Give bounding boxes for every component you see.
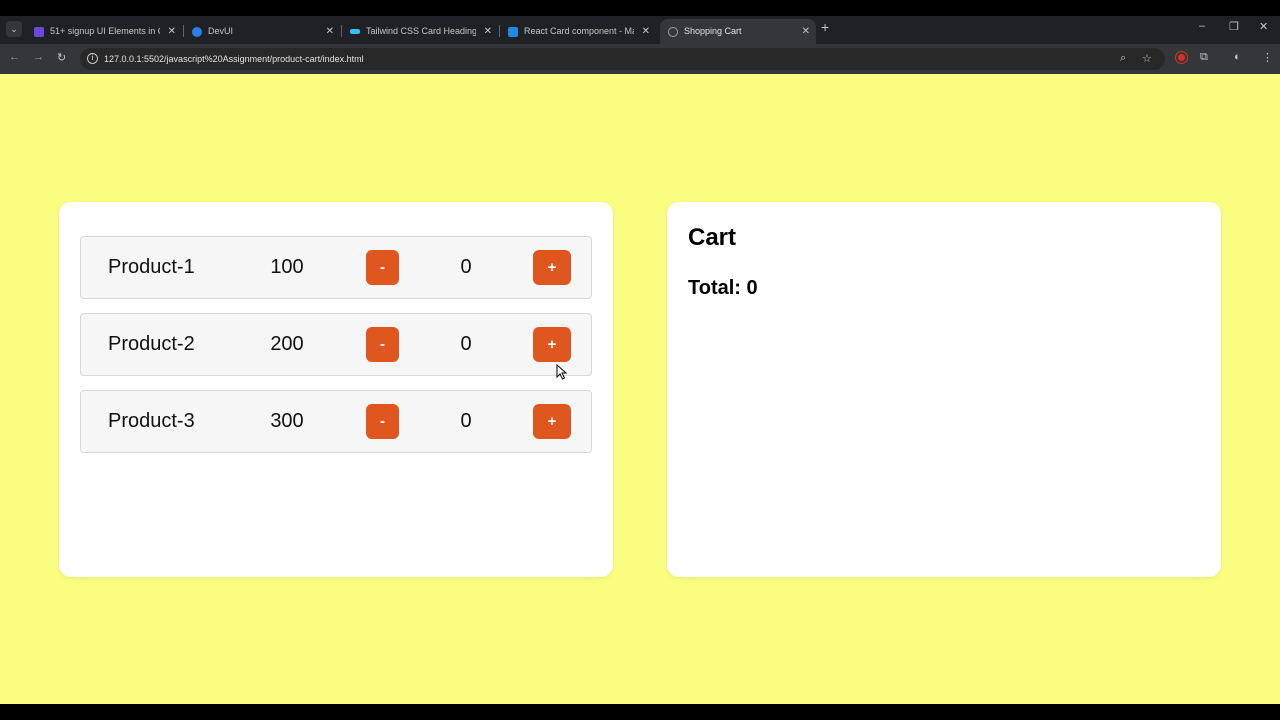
browser-tab-1[interactable]: 51+ signup UI Elements in CSS ✕: [26, 19, 182, 44]
bottom-letterbox: [0, 704, 1280, 720]
close-tab-icon[interactable]: ✕: [168, 19, 176, 44]
cart-card: Cart Total: 0: [667, 202, 1221, 577]
tab-favicon-icon: [508, 27, 518, 37]
zoom-icon[interactable]: ⌕: [1120, 52, 1126, 65]
tab-bar: ⌄ 51+ signup UI Elements in CSS ✕ DevUI …: [0, 16, 1280, 44]
product-quantity: 0: [460, 333, 472, 355]
cart-title: Cart: [688, 224, 737, 251]
back-arrow-icon[interactable]: ←: [9, 51, 20, 63]
tab-title: DevUI: [208, 26, 234, 36]
increase-quantity-button[interactable]: +: [533, 327, 571, 362]
tab-favicon-icon: [192, 27, 202, 37]
cart-total: Total: 0: [688, 277, 758, 299]
increase-quantity-button[interactable]: +: [533, 404, 571, 439]
extensions-puzzle-icon[interactable]: ⧉: [1200, 51, 1208, 64]
increase-quantity-button[interactable]: +: [533, 250, 571, 285]
product-name: Product-3: [108, 410, 195, 432]
browser-tab-2[interactable]: DevUI ✕: [184, 19, 340, 44]
browser-toolbar: ← → ↻ i 127.0.0.1:5502/javascript%20Assi…: [0, 44, 1280, 74]
new-tab-plus-icon[interactable]: +: [821, 19, 829, 35]
tab-favicon-icon: [350, 29, 360, 34]
tab-search-icon[interactable]: ⌄: [6, 21, 22, 37]
browser-tab-5-active[interactable]: Shopping Cart ✕: [660, 19, 816, 44]
page-viewport: Product-1 100 - 0 + Product-2 200 - 0 + …: [0, 74, 1280, 704]
close-tab-icon[interactable]: ✕: [642, 19, 650, 44]
menu-dots-icon[interactable]: ⋮: [1262, 51, 1273, 64]
address-bar[interactable]: i 127.0.0.1:5502/javascript%20Assignment…: [80, 48, 1165, 70]
product-name: Product-1: [108, 256, 195, 278]
decrease-quantity-button[interactable]: -: [366, 327, 399, 362]
product-price: 100: [270, 256, 304, 278]
product-quantity: 0: [460, 410, 472, 432]
minimize-icon[interactable]: –: [1199, 20, 1205, 32]
product-row: Product-3 300 - 0 +: [80, 390, 592, 453]
product-row: Product-1 100 - 0 +: [80, 236, 592, 299]
close-tab-icon[interactable]: ✕: [484, 19, 492, 44]
forward-arrow-icon[interactable]: →: [33, 51, 44, 63]
bookmark-star-icon[interactable]: ☆: [1142, 52, 1152, 65]
decrease-quantity-button[interactable]: -: [366, 250, 399, 285]
product-row: Product-2 200 - 0 +: [80, 313, 592, 376]
decrease-quantity-button[interactable]: -: [366, 404, 399, 439]
close-tab-icon[interactable]: ✕: [802, 19, 810, 44]
browser-tab-4[interactable]: React Card component - Mater ✕: [500, 19, 656, 44]
product-quantity: 0: [460, 256, 472, 278]
mouse-cursor-icon: [556, 364, 568, 380]
close-tab-icon[interactable]: ✕: [326, 19, 334, 44]
top-letterbox: [0, 0, 1280, 16]
product-price: 300: [270, 410, 304, 432]
tab-favicon-icon: [34, 27, 44, 37]
site-info-icon[interactable]: i: [87, 53, 98, 64]
product-price: 200: [270, 333, 304, 355]
tab-title: React Card component - Mater: [524, 26, 634, 36]
globe-icon: [668, 27, 678, 37]
tab-title: Tailwind CSS Card Headings - C: [366, 26, 476, 36]
extension-record-icon[interactable]: [1176, 52, 1187, 63]
tab-title: Shopping Cart: [684, 26, 742, 36]
close-window-icon[interactable]: ✕: [1259, 20, 1268, 33]
url-text[interactable]: 127.0.0.1:5502/javascript%20Assignment/p…: [104, 48, 364, 70]
product-name: Product-2: [108, 333, 195, 355]
tab-title: 51+ signup UI Elements in CSS: [50, 26, 160, 36]
profile-avatar-icon[interactable]: ◐: [1234, 51, 1241, 63]
reload-icon[interactable]: ↻: [57, 51, 66, 64]
products-card: Product-1 100 - 0 + Product-2 200 - 0 + …: [59, 202, 613, 577]
browser-tab-3[interactable]: Tailwind CSS Card Headings - C ✕: [342, 19, 498, 44]
restore-icon[interactable]: ❐: [1229, 20, 1239, 33]
